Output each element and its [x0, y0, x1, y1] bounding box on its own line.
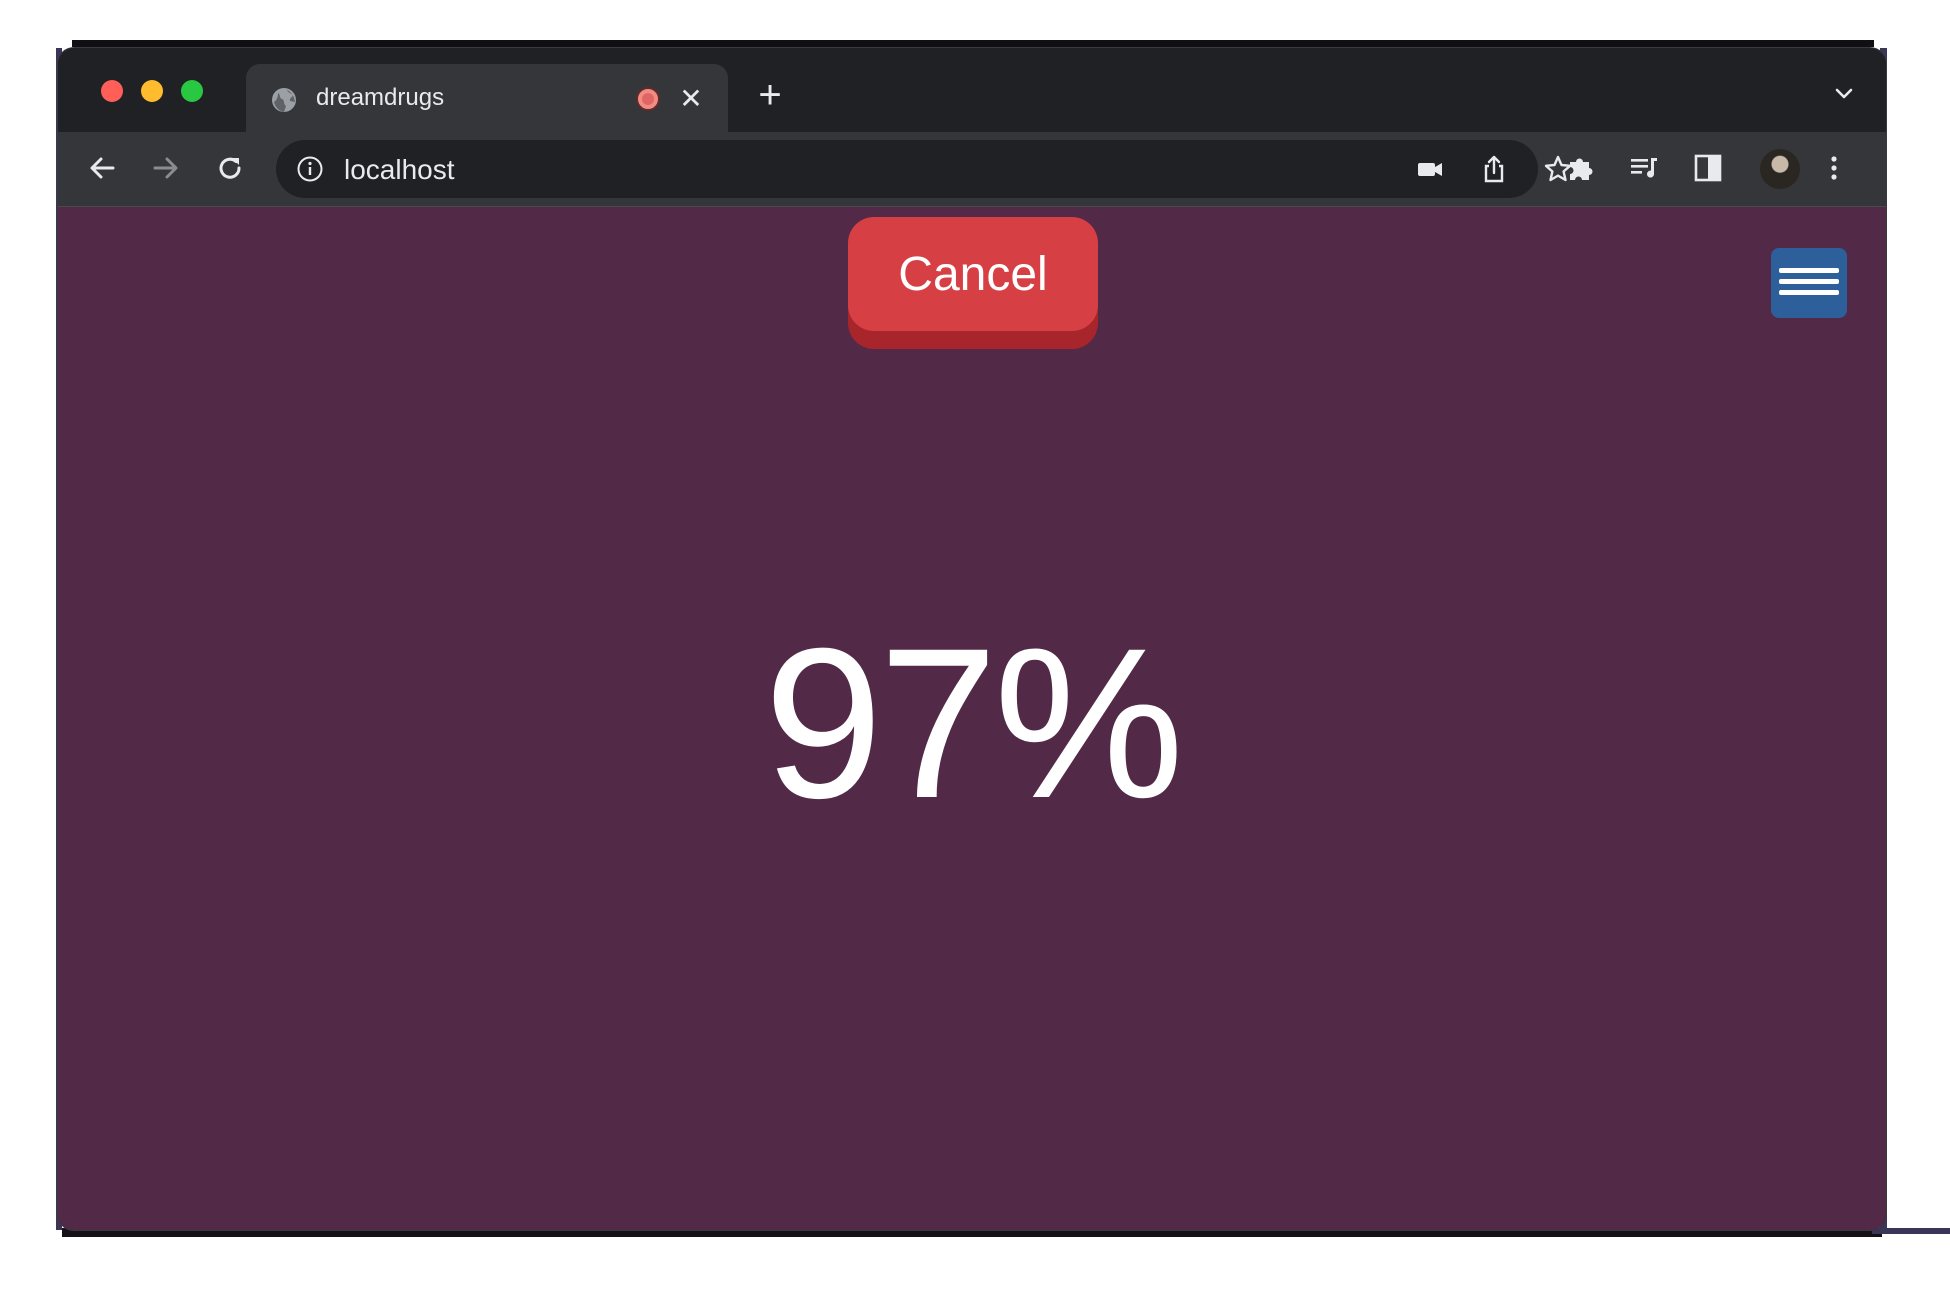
camera-icon[interactable]: [1414, 153, 1446, 185]
media-queue-icon[interactable]: [1626, 150, 1662, 186]
url-text[interactable]: localhost: [344, 154, 455, 186]
info-icon[interactable]: [296, 155, 324, 183]
close-window-button[interactable]: [101, 80, 123, 102]
arrow-left-icon: [90, 157, 115, 179]
minimize-window-button[interactable]: [141, 80, 163, 102]
address-bar[interactable]: localhost: [276, 140, 1572, 198]
cancel-button[interactable]: Cancel: [848, 217, 1098, 349]
reload-button[interactable]: [212, 150, 248, 186]
browser-window: dreamdrugs ✕ + localhost Cancel 97%: [58, 48, 1886, 1230]
kebab-menu-icon[interactable]: [1816, 150, 1852, 186]
arrow-right-icon: [153, 157, 178, 179]
frame-line-top: [72, 40, 1874, 47]
maximize-window-button[interactable]: [181, 80, 203, 102]
recording-indicator-icon: [636, 87, 660, 111]
share-icon[interactable]: [1478, 153, 1510, 185]
progress-percentage: 97%: [763, 604, 1184, 843]
tab-title: dreamdrugs: [316, 84, 445, 111]
globe-icon: [270, 86, 298, 114]
reload-icon: [219, 157, 241, 179]
browser-toolbar: localhost: [58, 132, 1886, 207]
tab-dreamdrugs[interactable]: dreamdrugs ✕: [246, 64, 728, 132]
close-tab-button[interactable]: ✕: [676, 84, 706, 114]
cancel-button-label[interactable]: Cancel: [848, 217, 1098, 331]
hamburger-menu-button[interactable]: [1771, 248, 1847, 318]
side-panel-icon[interactable]: [1690, 150, 1726, 186]
avatar[interactable]: [1760, 149, 1800, 189]
new-tab-button[interactable]: +: [750, 75, 790, 116]
back-button[interactable]: [84, 150, 120, 186]
puzzle-icon[interactable]: [1562, 150, 1598, 186]
tab-strip: dreamdrugs ✕ +: [58, 48, 1886, 132]
chevron-down-icon[interactable]: [1828, 78, 1860, 110]
page-content: Cancel 97%: [58, 207, 1886, 1230]
forward-button[interactable]: [148, 150, 184, 186]
